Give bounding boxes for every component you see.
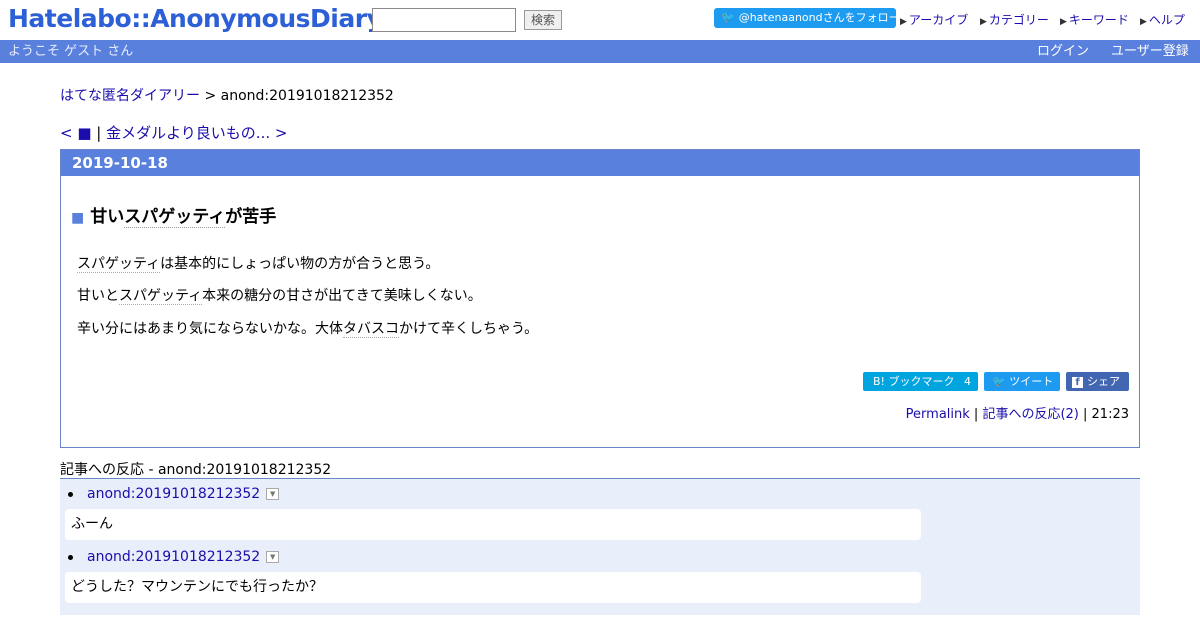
entry-permalink-mark[interactable]: ■ bbox=[71, 210, 84, 226]
paragraph-text: 甘いと bbox=[77, 288, 119, 304]
login-link[interactable]: ログイン bbox=[1037, 40, 1089, 63]
nav-help-link[interactable]: ヘルプ bbox=[1149, 13, 1185, 27]
nav-category-link[interactable]: カテゴリー bbox=[989, 13, 1049, 27]
entry-date-link[interactable]: 2019-10-18 bbox=[72, 154, 168, 172]
search-input[interactable] bbox=[372, 8, 516, 32]
bookmark-count: 4 bbox=[963, 375, 971, 388]
facebook-icon: f bbox=[1072, 376, 1083, 388]
list-item: anond:20191018212352 ▼ bbox=[68, 549, 280, 565]
facebook-share-button[interactable]: f シェア bbox=[1066, 372, 1129, 391]
chevron-down-icon[interactable]: ▼ bbox=[266, 488, 280, 500]
reactions-list: anond:20191018212352 ▼ ふーん anond:20191018… bbox=[60, 478, 1140, 615]
entry-date-bar: 2019-10-18 bbox=[61, 150, 1139, 176]
pager: < ■ | 金メダルより良いもの... > bbox=[60, 122, 287, 143]
nav-archive[interactable]: ▶ アーカイブ bbox=[900, 11, 968, 28]
search-button[interactable]: 検索 bbox=[524, 10, 562, 30]
entry-meta: Permalink | 記事への反応(2) | 21:23 bbox=[906, 403, 1129, 422]
keyword-link[interactable]: スパゲッティ bbox=[119, 288, 203, 305]
entry-paragraph-1: スパゲッティは基本的にしょっぱい物の方が合うと思う。 bbox=[77, 253, 439, 273]
nav-archive-link[interactable]: アーカイブ bbox=[909, 13, 968, 27]
site-logo[interactable]: Hatelabo::AnonymousDiary bbox=[8, 4, 383, 33]
entry-paragraph-2: 甘いとスパゲッティ本来の糖分の甘さが出てきて美味しくない。 bbox=[77, 285, 482, 305]
reactions-link[interactable]: 記事への反応(2) bbox=[982, 407, 1078, 422]
reactions-title: 記事への反応 - anond:20191018212352 bbox=[60, 462, 332, 478]
meta-separator: | bbox=[1078, 407, 1092, 422]
meta-separator: | bbox=[969, 407, 983, 422]
breadcrumb: はてな匿名ダイアリー > anond:20191018212352 bbox=[60, 85, 394, 105]
arrow-icon: ▶ bbox=[900, 17, 907, 27]
share-label: シェア bbox=[1087, 375, 1120, 388]
keyword-link[interactable]: タバスコ bbox=[343, 321, 399, 338]
keyword-link[interactable]: スパゲッティ bbox=[77, 256, 161, 273]
reaction-link[interactable]: anond:20191018212352 bbox=[87, 486, 260, 502]
entry-time: 21:23 bbox=[1091, 407, 1129, 422]
breadcrumb-home-link[interactable]: はてな匿名ダイアリー bbox=[60, 88, 200, 104]
permalink-link[interactable]: Permalink bbox=[906, 407, 970, 422]
paragraph-text: は基本的にしょっぱい物の方が合うと思う。 bbox=[160, 256, 440, 272]
paragraph-text: かけて辛くしちゃう。 bbox=[399, 321, 539, 337]
title-text-pre: 甘い bbox=[90, 207, 125, 227]
twitter-follow-button[interactable]: 🐦 @hatenaanondさんをフォロー bbox=[714, 8, 900, 28]
entry-title: ■ 甘いスパゲッティが苦手 bbox=[71, 202, 277, 228]
breadcrumb-current: anond:20191018212352 bbox=[220, 88, 394, 104]
follow-label: @hatenaanondさんをフォロー bbox=[738, 11, 900, 24]
arrow-icon: ▶ bbox=[1060, 17, 1067, 27]
twitter-icon: 🐦 bbox=[721, 11, 735, 24]
site-header: Hatelabo::AnonymousDiary 検索 🐦 @hatenaanon… bbox=[0, 0, 1200, 40]
hatena-bookmark-button[interactable]: B! ブックマーク 4 bbox=[863, 372, 978, 391]
paragraph-text: 本来の糖分の甘さが出てきて美味しくない。 bbox=[202, 288, 482, 304]
title-text-post: が苦手 bbox=[225, 207, 277, 227]
bookmark-label: B! ブックマーク bbox=[873, 375, 955, 388]
reaction-body: どうした？マウンテンにでも行ったか？ bbox=[65, 572, 921, 603]
nav-keyword[interactable]: ▶ キーワード bbox=[1060, 11, 1129, 28]
bullet-icon bbox=[68, 554, 73, 560]
entry-paragraph-3: 辛い分にはあまり気にならないかな。大体タバスコかけて辛くしちゃう。 bbox=[77, 318, 538, 338]
paragraph-text: 辛い分にはあまり気にならないかな。大体 bbox=[77, 321, 343, 337]
title-keyword[interactable]: スパゲッティ bbox=[124, 207, 226, 228]
tweet-label: ツイート bbox=[1009, 375, 1054, 388]
prev-entry-link[interactable]: < ■ bbox=[60, 124, 92, 142]
reaction-link[interactable]: anond:20191018212352 bbox=[87, 549, 260, 565]
breadcrumb-separator: > bbox=[200, 88, 221, 104]
welcome-text: ようこそ ゲスト さん bbox=[8, 44, 134, 59]
user-bar: ようこそ ゲスト さん ログイン ユーザー登録 bbox=[0, 40, 1200, 63]
bullet-icon bbox=[68, 491, 73, 497]
arrow-icon: ▶ bbox=[980, 17, 987, 27]
twitter-icon: 🐦 bbox=[992, 375, 1006, 388]
nav-help[interactable]: ▶ ヘルプ bbox=[1140, 11, 1185, 28]
arrow-icon: ▶ bbox=[1140, 17, 1147, 27]
next-entry-link[interactable]: 金メダルより良いもの... > bbox=[106, 124, 287, 142]
nav-category[interactable]: ▶ カテゴリー bbox=[980, 11, 1049, 28]
list-item: anond:20191018212352 ▼ bbox=[68, 486, 280, 502]
nav-keyword-link[interactable]: キーワード bbox=[1069, 13, 1129, 27]
chevron-down-icon[interactable]: ▼ bbox=[266, 551, 280, 563]
pager-separator: | bbox=[91, 124, 107, 142]
register-link[interactable]: ユーザー登録 bbox=[1111, 40, 1189, 63]
reaction-body: ふーん bbox=[65, 509, 921, 540]
entry: 2019-10-18 ■ 甘いスパゲッティが苦手 スパゲッティは基本的にしょっぱい… bbox=[60, 149, 1140, 448]
tweet-button[interactable]: 🐦 ツイート bbox=[984, 372, 1060, 391]
